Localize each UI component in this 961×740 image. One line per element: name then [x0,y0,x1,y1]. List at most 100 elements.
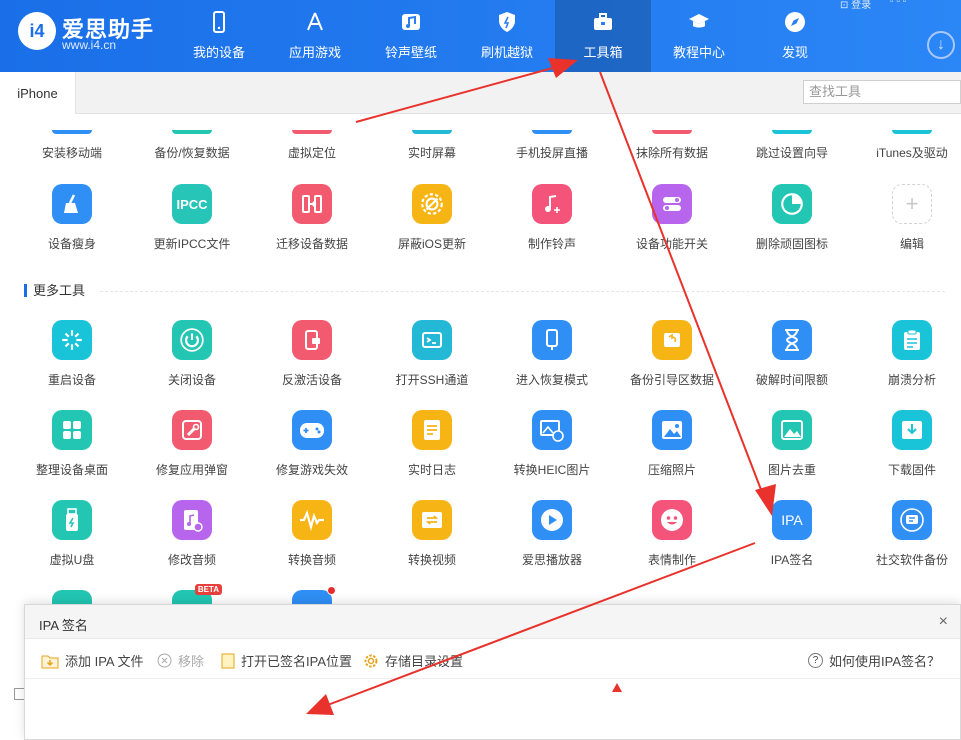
ipa-sign-dialog: IPA 签名 × 添加 IPA 文件 移除 打开已签名IPA位置 存储目录设置 … [24,604,961,740]
nav-ringtones-wallpapers[interactable]: 铃声壁纸 [363,0,459,72]
tool-screen-mirror[interactable]: 手机投屏直播 [492,130,612,161]
shield-icon [499,12,515,32]
login-link[interactable]: ⊡ 登录 [840,0,871,11]
tool-convert-video[interactable]: 转换视频 [372,500,492,568]
photo-compress-icon [652,410,692,450]
tool-ipa-sign[interactable]: IPA IPA签名 [732,500,852,568]
nav-label: 发现 [781,45,808,60]
dialog-header: IPA 签名 × [25,605,960,639]
tool-compress-photo[interactable]: 压缩照片 [612,410,732,478]
deactivate-icon [292,320,332,360]
tool-label: 修复游戏失效 [275,463,348,477]
nav-label: 工具箱 [583,45,623,60]
dialog-title: IPA 签名 [39,618,88,633]
tool-backup-restore[interactable]: 备份/恢复数据 [132,130,252,161]
tool-social-backup[interactable]: 社交软件备份 [852,500,961,568]
tool-label: 制作铃声 [527,237,576,251]
tool-label: 设备功能开关 [635,237,708,251]
nav-flash-jailbreak[interactable]: 刷机越狱 [459,0,555,72]
tool-migrate-data[interactable]: 迁移设备数据 [252,184,372,252]
tool-block-ios-update[interactable]: 屏蔽iOS更新 [372,184,492,252]
tool-break-time-limit[interactable]: 破解时间限额 [732,320,852,388]
tool-delete-stubborn-icons[interactable]: 删除顽固图标 [732,184,852,252]
tool-fix-app-popup[interactable]: 修复应用弹窗 [132,410,252,478]
storage-settings-button[interactable]: 存储目录设置 [363,651,463,670]
tool-realtime-screen[interactable]: 实时屏幕 [372,130,492,161]
help-link[interactable]: ? 如何使用IPA签名？ [808,651,940,670]
tool-label: 反激活设备 [281,373,342,387]
tool-crash-analysis[interactable]: 崩溃分析 [852,320,961,388]
nav-tutorials[interactable]: 教程中心 [651,0,747,72]
tool-erase-all[interactable]: 抹除所有数据 [612,130,732,161]
add-ipa-button[interactable]: 添加 IPA 文件 [41,651,144,670]
tool-edit-audio[interactable]: 修改音频 [132,500,252,568]
tool-label: 实时屏幕 [407,146,456,160]
tool-backup-boot[interactable]: 备份引导区数据 [612,320,732,388]
storage-settings-label: 存储目录设置 [385,654,464,669]
tool-convert-heic[interactable]: 转换HEIC图片 [492,410,612,478]
tool-label: 迁移设备数据 [275,237,348,251]
tool-label: 爱思播放器 [521,553,582,567]
log-icon [412,410,452,450]
help-label: 如何使用IPA签名？ [829,654,940,669]
power-icon [172,320,212,360]
tool-update-ipcc[interactable]: IPCC 更新IPCC文件 [132,184,252,252]
tool-convert-audio[interactable]: 转换音频 [252,500,372,568]
tool-make-ringtone[interactable]: 制作铃声 [492,184,612,252]
tool-shutdown-device[interactable]: 关闭设备 [132,320,252,388]
tool-photo-dedupe[interactable]: 图片去重 [732,410,852,478]
tool-label: 下载固件 [887,463,936,477]
nav-discover[interactable]: 发现 [747,0,843,72]
tool-label: 转换视频 [407,553,456,567]
remove-button[interactable]: 移除 [157,651,204,670]
tool-i4-player[interactable]: 爱思播放器 [492,500,612,568]
tool-organize-desktop[interactable]: 整理设备桌面 [12,410,132,478]
dialog-toolbar: 添加 IPA 文件 移除 打开已签名IPA位置 存储目录设置 ? 如何使用IPA… [25,639,960,679]
video-convert-icon [412,500,452,540]
open-signed-ipa-location-button[interactable]: 打开已签名IPA位置 [221,651,352,670]
tool-label: 社交软件备份 [875,553,948,567]
compass-icon [785,12,805,32]
download-manager-button[interactable]: ↓ [927,31,955,59]
tab-iphone[interactable]: iPhone [0,72,76,114]
chat-backup-icon [892,500,932,540]
tool-label: 编辑 [899,237,924,251]
nav-toolbox[interactable]: 工具箱 [555,0,651,72]
tool-label: 删除顽固图标 [755,237,828,251]
ringtone-icon [532,184,572,224]
tool-skip-setup[interactable]: 跳过设置向导 [732,130,852,161]
tool-deactivate-device[interactable]: 反激活设备 [252,320,372,388]
graduation-cap-icon [689,14,709,28]
wrench-icon [172,410,212,450]
tool-realtime-log[interactable]: 实时日志 [372,410,492,478]
tool-slim-device[interactable]: 设备瘦身 [12,184,132,252]
usb-icon [52,500,92,540]
tool-edit[interactable]: + 编辑 [852,184,961,252]
toggle-icon [652,184,692,224]
close-icon[interactable]: × [939,613,948,631]
tool-restart-device[interactable]: 重启设备 [12,320,132,388]
tool-itunes-driver[interactable]: iTunes及驱动 [852,130,961,161]
play-icon [532,500,572,540]
tool-label: 手机投屏直播 [515,146,588,160]
tool-emoji-maker[interactable]: 表情制作 [612,500,732,568]
nav-apps-games[interactable]: 应用游戏 [267,0,363,72]
tool-label: 屏蔽iOS更新 [397,237,466,251]
firmware-download-icon [892,410,932,450]
tool-recovery-mode[interactable]: 进入恢复模式 [492,320,612,388]
tool-feature-switch[interactable]: 设备功能开关 [612,184,732,252]
nav-my-device[interactable]: 我的设备 [171,0,267,72]
terminal-icon [412,320,452,360]
tool-install-mobile[interactable]: 安装移动端 [12,130,132,161]
folder-icon [221,653,235,668]
tool-virtual-location[interactable]: 虚拟定位 [252,130,372,161]
restart-icon [52,320,92,360]
grid-icon [52,410,92,450]
tool-search-input[interactable]: 查找工具 [803,80,961,104]
window-controls[interactable]: ▫ ▫ ▫ [890,0,906,7]
tool-download-firmware[interactable]: 下载固件 [852,410,961,478]
tool-fix-game[interactable]: 修复游戏失效 [252,410,372,478]
tool-virtual-udisk[interactable]: 虚拟U盘 [12,500,132,568]
login-label: 登录 [851,0,872,11]
tool-open-ssh[interactable]: 打开SSH通道 [372,320,492,388]
